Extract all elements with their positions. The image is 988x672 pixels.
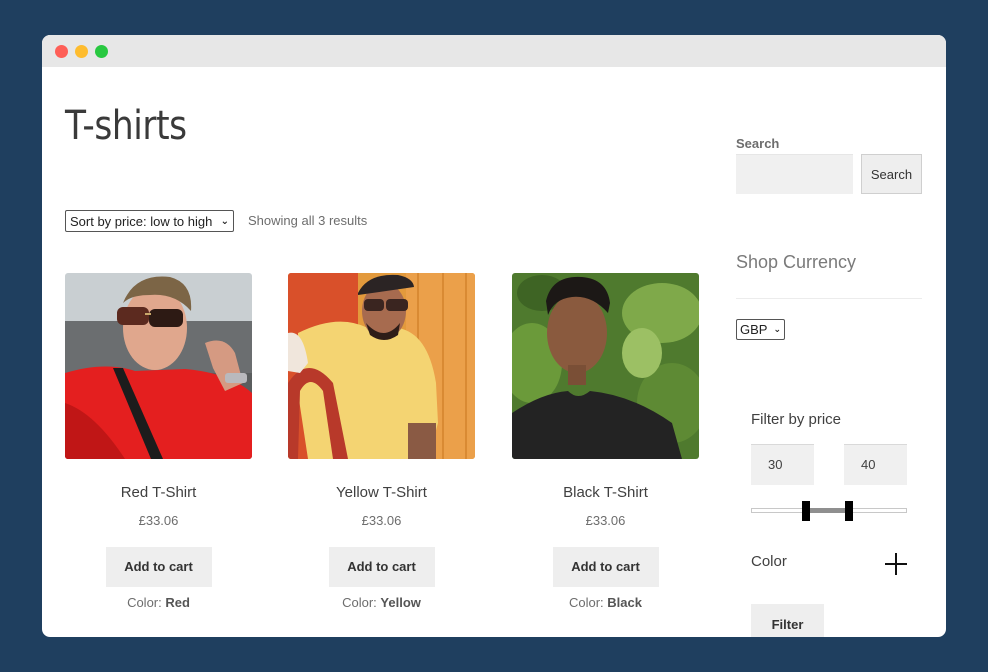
- product-image[interactable]: [288, 273, 475, 459]
- yellow-tshirt-photo: [288, 273, 475, 459]
- product-card: Black T-Shirt £33.06 Add to cart Color: …: [512, 273, 699, 610]
- results-count: Showing all 3 results: [248, 213, 368, 228]
- page-content: T-shirts Sort by price: low to high ⌄ Sh…: [42, 67, 946, 637]
- price-range-slider[interactable]: [751, 501, 907, 521]
- currency-select[interactable]: GBP ⌄: [736, 319, 785, 340]
- search-button[interactable]: Search: [861, 154, 922, 194]
- product-card: Red T-Shirt £33.06 Add to cart Color: Re…: [65, 273, 252, 610]
- product-image[interactable]: [512, 273, 699, 459]
- product-name[interactable]: Black T-Shirt: [512, 484, 699, 501]
- price-filter-title: Filter by price: [751, 411, 842, 428]
- add-to-cart-button[interactable]: Add to cart: [105, 547, 212, 587]
- page-title: T-shirts: [65, 103, 187, 149]
- product-image[interactable]: [65, 273, 252, 459]
- product-color: Color: Red: [65, 595, 252, 610]
- max-price-input[interactable]: 40: [844, 444, 907, 485]
- black-tshirt-photo: [512, 273, 699, 459]
- product-color: Color: Yellow: [288, 595, 475, 610]
- sort-select-value: Sort by price: low to high: [70, 213, 213, 229]
- min-price-input[interactable]: 30: [751, 444, 814, 485]
- slider-range-fill: [805, 508, 849, 513]
- chevron-down-icon: ⌄: [220, 215, 229, 227]
- add-to-cart-button[interactable]: Add to cart: [552, 547, 659, 587]
- product-color: Color: Black: [512, 595, 699, 610]
- minimize-window-button[interactable]: [75, 45, 88, 58]
- color-value: Black: [607, 595, 642, 610]
- sort-select[interactable]: Sort by price: low to high ⌄: [65, 210, 234, 232]
- filter-button[interactable]: Filter: [751, 604, 824, 637]
- browser-window: T-shirts Sort by price: low to high ⌄ Sh…: [42, 35, 946, 637]
- search-input[interactable]: [736, 154, 853, 194]
- close-window-button[interactable]: [55, 45, 68, 58]
- product-price: £33.06: [138, 513, 179, 528]
- color-value: Yellow: [380, 595, 421, 610]
- color-label: Color:: [127, 595, 162, 610]
- color-label: Color:: [568, 595, 604, 610]
- product-price: £33.06: [585, 513, 626, 528]
- red-tshirt-photo: [65, 273, 252, 459]
- currency-select-value: GBP: [740, 322, 768, 337]
- plus-icon[interactable]: [885, 552, 909, 576]
- product-name[interactable]: Yellow T-Shirt: [288, 484, 475, 501]
- slider-max-handle[interactable]: [845, 501, 854, 521]
- color-label: Color:: [342, 595, 377, 610]
- search-label: Search: [736, 136, 780, 151]
- add-to-cart-button[interactable]: Add to cart: [328, 547, 435, 587]
- product-card: Yellow T-Shirt £33.06 Add to cart Color:…: [288, 273, 475, 610]
- color-filter-label: Color: [751, 553, 787, 570]
- currency-widget-title: Shop Currency: [736, 252, 857, 272]
- divider: [736, 298, 922, 299]
- maximize-window-button[interactable]: [95, 45, 108, 58]
- slider-min-handle[interactable]: [801, 501, 810, 521]
- product-price: £33.06: [361, 513, 402, 528]
- title-bar: [42, 35, 946, 67]
- chevron-down-icon: ⌄: [773, 324, 781, 334]
- color-value: Red: [165, 595, 190, 610]
- product-name[interactable]: Red T-Shirt: [65, 484, 252, 501]
